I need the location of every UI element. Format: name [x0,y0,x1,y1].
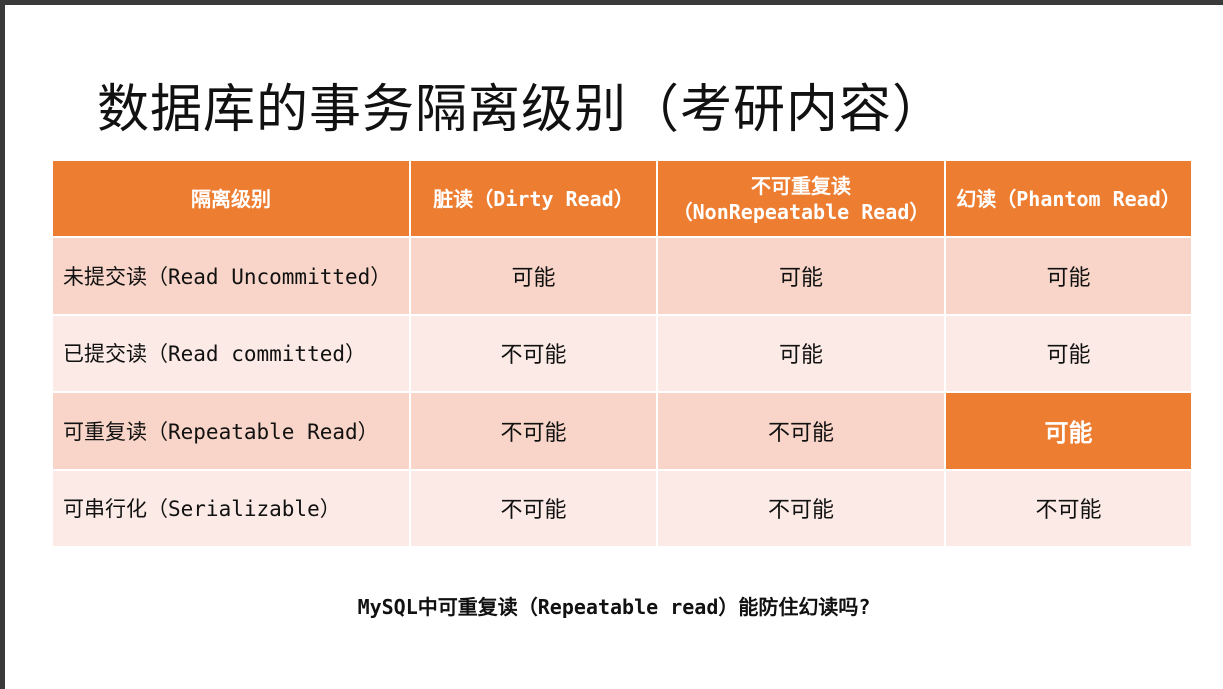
table-row: 可串行化（Serializable） 不可能 不可能 不可能 [51,468,1193,548]
table-cell: 不可能 [409,468,658,548]
row-label: 未提交读（Read Uncommitted） [51,236,411,316]
header-sublabel: （Phantom Read） [996,186,1181,211]
table-cell: 可能 [656,236,946,316]
header-isolation-level: 隔离级别 [51,159,411,238]
header-label: 脏读 [433,186,474,211]
header-label: 不可重复读 [751,173,851,198]
header-phantom-read: 幻读（Phantom Read） [944,159,1193,238]
table-cell: 不可能 [944,468,1193,548]
header-label: 隔离级别 [191,186,271,211]
table-cell: 不可能 [409,391,658,471]
row-label-en: （Serializable） [147,497,341,522]
row-label-en: （Repeatable Read） [147,419,379,444]
row-label-en: （Read committed） [147,342,367,367]
isolation-levels-table: 隔离级别 脏读（Dirty Read） 不可重复读 （NonRepeatable… [51,159,1193,548]
table-cell: 可能 [944,236,1193,316]
row-label-zh: 可重复读 [63,419,147,444]
row-label-zh: 未提交读 [63,264,147,289]
header-sublabel: （Dirty Read） [473,186,634,211]
table-row: 可重复读（Repeatable Read） 不可能 不可能 可能 [51,391,1193,471]
table-header-row: 隔离级别 脏读（Dirty Read） 不可重复读 （NonRepeatable… [51,159,1193,238]
table-row: 已提交读（Read committed） 不可能 可能 可能 [51,313,1193,393]
footer-question: MySQL中可重复读（Repeatable read）能防住幻读吗? [357,595,871,619]
table-cell: 可能 [656,313,946,393]
row-label: 已提交读（Read committed） [51,313,411,393]
header-label: 幻读 [956,186,997,211]
table-row: 未提交读（Read Uncommitted） 可能 可能 可能 [51,236,1193,316]
row-label-zh: 已提交读 [63,342,147,367]
row-label-en: （Read Uncommitted） [147,264,392,289]
slide-title: 数据库的事务隔离级别（考研内容） [97,80,946,140]
slide: 数据库的事务隔离级别（考研内容） 隔离级别 脏读（Dirty Read） 不可重… [5,5,1223,689]
row-label-zh: 可串行化 [63,497,147,522]
header-dirty-read: 脏读（Dirty Read） [409,159,658,238]
table-cell: 不可能 [656,468,946,548]
header-nonrepeatable-read: 不可重复读 （NonRepeatable Read） [656,159,946,238]
highlighted-cell: 可能 [944,391,1193,471]
header-sublabel: （NonRepeatable Read） [672,199,930,224]
row-label: 可重复读（Repeatable Read） [51,391,411,471]
table-cell: 可能 [944,313,1193,393]
table-cell: 不可能 [409,313,658,393]
row-label: 可串行化（Serializable） [51,468,411,548]
table-cell: 可能 [409,236,658,316]
table-cell: 不可能 [656,391,946,471]
